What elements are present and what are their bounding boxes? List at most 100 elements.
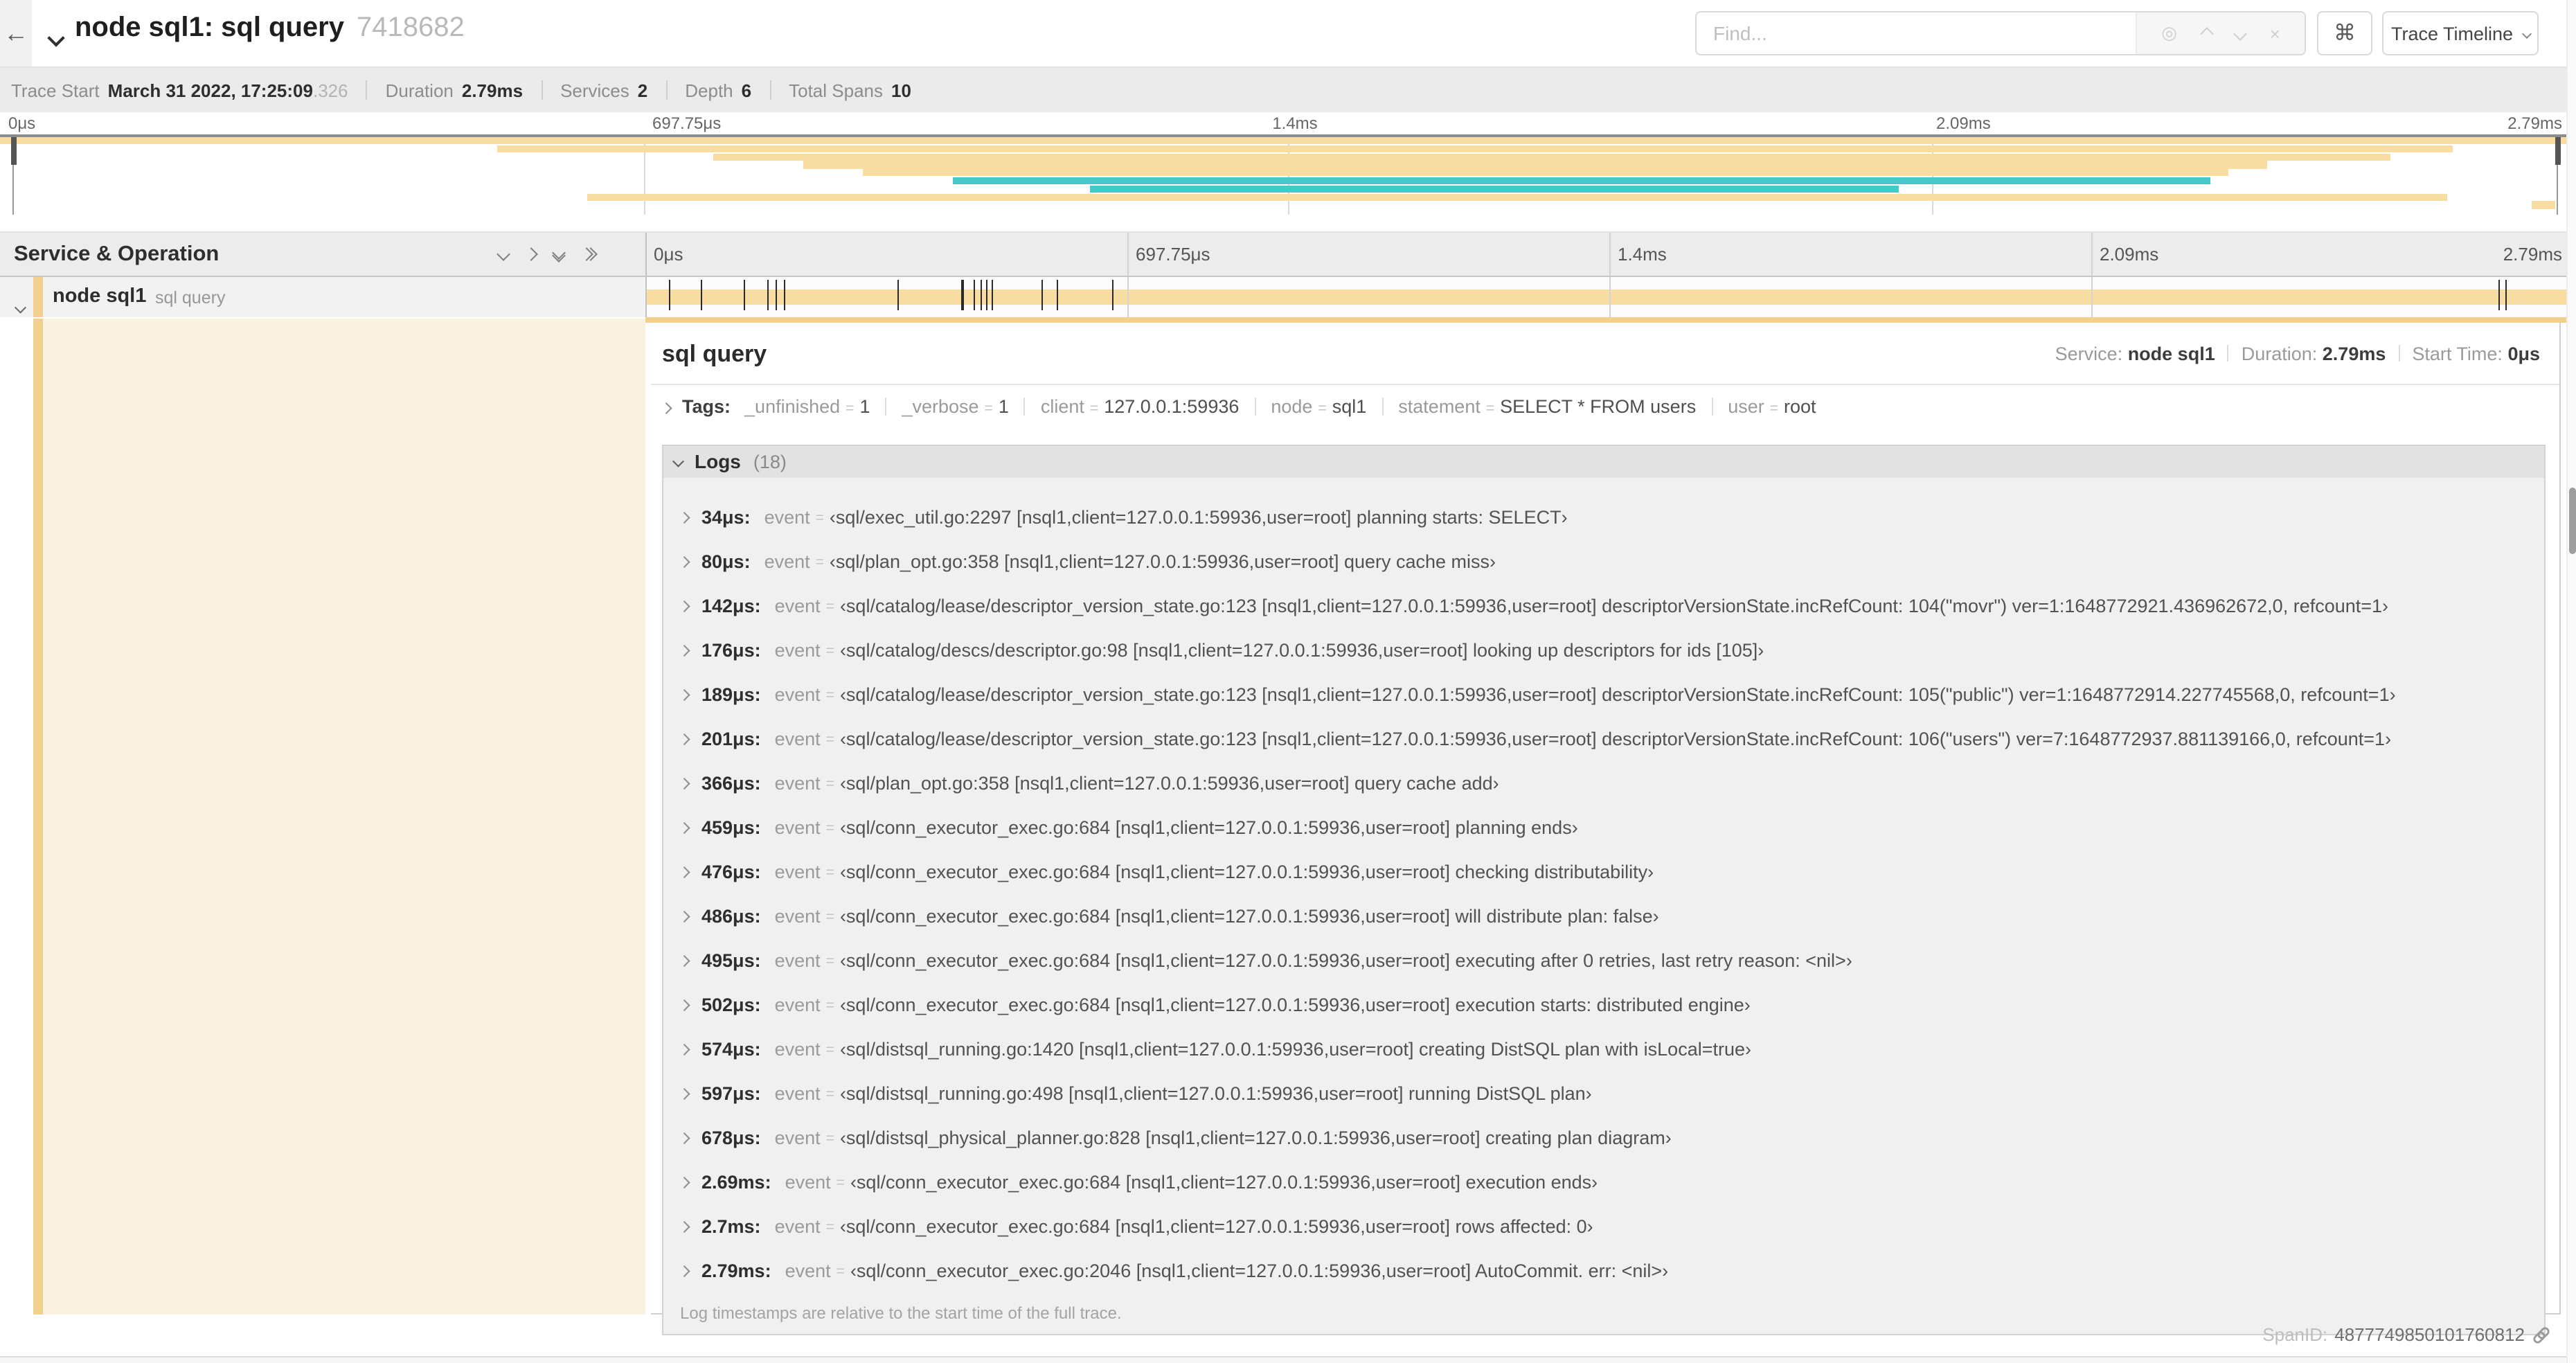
- log-marker: [1112, 280, 1114, 310]
- log-row[interactable]: 597μs: event = ‹sql/distsql_running.go:498 …: [677, 1071, 2544, 1116]
- log-row[interactable]: 189μs: event = ‹sql/catalog/lease/descripto…: [677, 672, 2544, 717]
- log-row[interactable]: 34μs: event = ‹sql/exec_util.go:2297 [nsql1…: [677, 495, 2544, 540]
- expand-all-button[interactable]: [580, 247, 598, 261]
- log-row[interactable]: 476μs: event = ‹sql/conn_executor_exec.go:6…: [677, 850, 2544, 894]
- link-icon[interactable]: [2532, 1325, 2551, 1344]
- log-timestamp: 2.79ms:: [701, 1260, 771, 1281]
- minimap-left-scrubber[interactable]: [10, 137, 16, 215]
- locate-icon[interactable]: ◎: [2161, 22, 2177, 44]
- equals-sign: =: [825, 908, 834, 925]
- trace-collapse-button[interactable]: [47, 26, 65, 51]
- chevron-right-icon: [678, 733, 690, 745]
- log-field-key: event: [774, 906, 821, 927]
- expand-one-button[interactable]: [524, 247, 538, 261]
- scrubber-handle[interactable]: [10, 137, 16, 165]
- column-divider[interactable]: [645, 277, 647, 317]
- tag-value: 1: [998, 395, 1009, 416]
- clear-icon[interactable]: ×: [2270, 23, 2280, 44]
- equals-sign: =: [825, 1218, 834, 1235]
- log-field-key: event: [764, 507, 810, 528]
- span-row[interactable]: node sql1 sql query: [0, 277, 2576, 590]
- timeline-gridline: [1609, 233, 1611, 276]
- keyboard-shortcuts-button[interactable]: ⌘: [2317, 11, 2372, 55]
- equals-sign: =: [825, 598, 834, 614]
- collapse-one-button[interactable]: [497, 247, 510, 261]
- log-field-key: event: [774, 950, 821, 971]
- log-marker: [767, 280, 769, 310]
- log-row[interactable]: 80μs: event = ‹sql/plan_opt.go:358 [nsql1,c…: [677, 540, 2544, 584]
- equals-sign: =: [825, 952, 834, 969]
- log-field-value: ‹sql/conn_executor_exec.go:684 [nsql1,cl…: [850, 1172, 1598, 1193]
- log-row[interactable]: 459μs: event = ‹sql/conn_executor_exec.go:6…: [677, 805, 2544, 850]
- log-row[interactable]: 176μs: event = ‹sql/catalog/descs/descripto…: [677, 628, 2544, 672]
- equals-sign: =: [1769, 400, 1779, 416]
- span-duration-bar[interactable]: [645, 289, 2572, 305]
- chevron-right-icon: [678, 600, 690, 612]
- log-row[interactable]: 2.69ms: event = ‹sql/conn_executor_exec.go:…: [677, 1160, 2544, 1204]
- log-row[interactable]: 2.7ms: event = ‹sql/conn_executor_exec.go:6…: [677, 1204, 2544, 1249]
- log-row[interactable]: 486μs: event = ‹sql/conn_executor_exec.go:6…: [677, 894, 2544, 938]
- log-field-key: event: [774, 1039, 821, 1060]
- log-row[interactable]: 502μs: event = ‹sql/conn_executor_exec.go:6…: [677, 983, 2544, 1027]
- log-row[interactable]: 574μs: event = ‹sql/distsql_running.go:1420…: [677, 1027, 2544, 1071]
- equals-sign: =: [815, 553, 824, 570]
- chevron-down-icon[interactable]: [2233, 26, 2248, 40]
- view-dropdown[interactable]: Trace Timeline: [2382, 11, 2539, 55]
- log-row[interactable]: 142μs: event = ‹sql/catalog/lease/descripto…: [677, 584, 2544, 628]
- tag-value: root: [1784, 395, 1816, 416]
- log-marker: [783, 280, 786, 310]
- equals-sign: =: [836, 1263, 845, 1279]
- chevron-up-icon[interactable]: [2199, 26, 2214, 40]
- log-marker: [2498, 280, 2501, 310]
- back-button[interactable]: ←: [0, 0, 32, 66]
- tags-accordion[interactable]: Tags: _unfinished = 1 _verbose = 1 client = 127.0…: [651, 384, 2559, 425]
- chevron-right-icon: [678, 1088, 690, 1099]
- chevron-right-icon: [678, 689, 690, 700]
- chevron-right-icon: [678, 778, 690, 789]
- logs-title: Logs: [695, 450, 741, 472]
- equals-sign: =: [815, 509, 824, 526]
- log-marker: [776, 280, 778, 310]
- tag: client = 127.0.0.1:59936: [1041, 395, 1240, 416]
- find-input[interactable]: [1697, 12, 2136, 54]
- log-row[interactable]: 2.79ms: event = ‹sql/conn_executor_exec.go:…: [677, 1249, 2544, 1293]
- log-row[interactable]: 495μs: event = ‹sql/conn_executor_exec.go:6…: [677, 938, 2544, 983]
- tag: statement = SELECT * FROM users: [1398, 395, 1696, 416]
- chevron-right-icon: [660, 402, 672, 414]
- log-row[interactable]: 366μs: event = ‹sql/plan_opt.go:358 [nsql1,…: [677, 761, 2544, 805]
- equals-sign: =: [836, 1174, 845, 1191]
- span-row-name-column[interactable]: node sql1 sql query: [0, 277, 645, 317]
- chevron-right-icon: [678, 1177, 690, 1188]
- equals-sign: =: [984, 400, 993, 416]
- minimap-canvas[interactable]: [0, 134, 2576, 215]
- logs-header[interactable]: Logs (18): [663, 445, 2544, 477]
- chevron-down-icon: [672, 456, 684, 467]
- span-collapse-toggle[interactable]: [15, 292, 26, 317]
- minimap-tick-label: 697.75μs: [652, 114, 722, 133]
- log-timestamp: 495μs:: [701, 950, 761, 971]
- vertical-scrollbar[interactable]: [2566, 0, 2576, 1363]
- back-arrow-icon: ←: [3, 19, 28, 46]
- collapse-all-button[interactable]: [552, 246, 566, 262]
- log-field-value: ‹sql/plan_opt.go:358 [nsql1,client=127.0…: [839, 773, 1499, 794]
- column-divider[interactable]: [645, 233, 647, 276]
- span-row-timeline[interactable]: [645, 277, 2576, 317]
- equals-sign: =: [825, 864, 834, 880]
- trace-minimap[interactable]: 0μs 697.75μs 1.4ms 2.09ms 2.79ms: [0, 112, 2576, 215]
- detail-meta: Service: node sql1 Duration: 2.79ms Start …: [2055, 343, 2540, 364]
- tag: _verbose = 1: [902, 395, 1008, 416]
- info-label: Trace Start: [11, 80, 100, 100]
- minimap-right-scrubber[interactable]: [2555, 137, 2560, 215]
- span-detail-row: sql query Service: node sql1 Duration: 2.…: [0, 317, 2576, 1335]
- jaeger-trace-page: ← node sql1: sql query7418682 ◎ × ⌘ Trac…: [0, 0, 2576, 1363]
- log-row[interactable]: 201μs: event = ‹sql/catalog/lease/descripto…: [677, 717, 2544, 761]
- tag: user = root: [1728, 395, 1816, 416]
- scrubber-handle[interactable]: [2555, 137, 2560, 165]
- divider: [1381, 397, 1384, 415]
- log-field-value: ‹sql/conn_executor_exec.go:684 [nsql1,cl…: [839, 995, 1751, 1015]
- scrollbar-thumb[interactable]: [2569, 488, 2576, 554]
- bottom-strip: [0, 1356, 2576, 1363]
- info-value: 2: [637, 80, 648, 100]
- timeline-gridline: [2091, 277, 2093, 317]
- log-row[interactable]: 678μs: event = ‹sql/distsql_physical_planne…: [677, 1116, 2544, 1160]
